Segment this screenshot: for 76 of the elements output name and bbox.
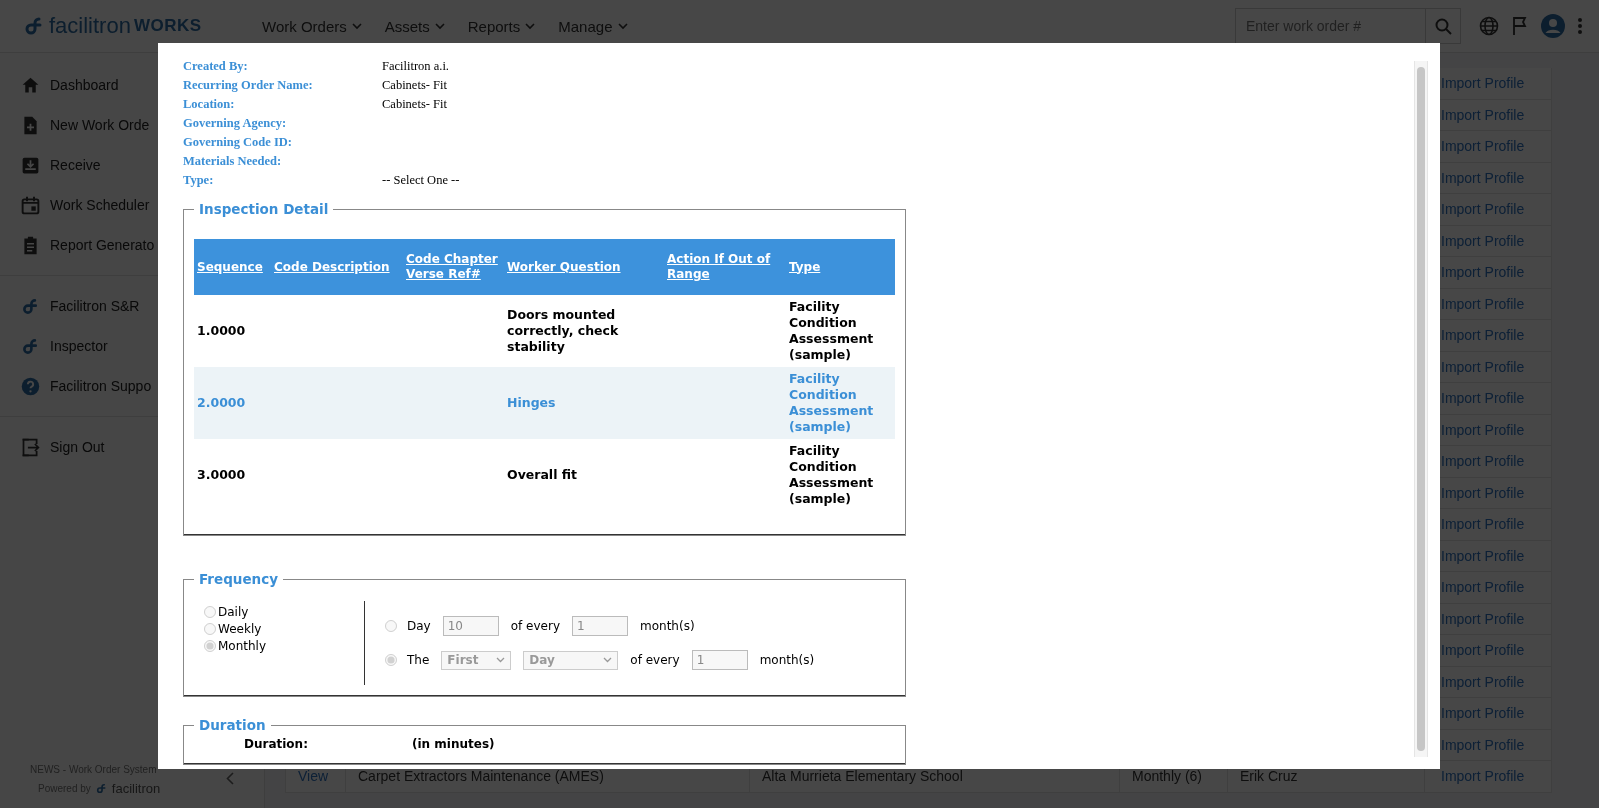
table-row[interactable]: 1.0000 Doors mounted correctly, check stability Facility Condition Assessment (sample) <box>194 295 895 367</box>
import-profile-link[interactable]: Import Profile <box>1441 75 1525 92</box>
import-profile-link[interactable]: Import Profile <box>1441 736 1525 753</box>
field-label: Governing Agency: <box>183 115 288 132</box>
option-label: The <box>407 653 430 667</box>
column-header[interactable]: Sequence <box>194 239 271 295</box>
table-row[interactable]: 2.0000 Hinges Facility Condition Assessment (sample) <box>194 367 895 439</box>
option-label: of every <box>630 653 680 667</box>
import-profile-link[interactable]: Import Profile <box>1441 327 1525 344</box>
field-value: Cabinets- Fit <box>382 97 447 111</box>
field-label: Location: <box>183 96 236 113</box>
table-cell: Monthly (6) <box>1132 768 1203 785</box>
import-profile-link[interactable]: Import Profile <box>1441 169 1525 186</box>
table-cell: 2.0000 <box>197 395 246 410</box>
import-profile-link[interactable]: Import Profile <box>1441 547 1525 564</box>
option-label: Day <box>407 619 431 633</box>
table-cell: Erik Cruz <box>1240 768 1298 785</box>
table-cell: Overall fit <box>507 467 577 482</box>
view-link[interactable]: View <box>298 768 329 785</box>
table-cell: Facility Condition Assessment (sample) <box>789 299 874 362</box>
column-header[interactable]: Worker Question <box>504 239 664 295</box>
import-profile-link[interactable]: Import Profile <box>1441 390 1525 407</box>
import-profile-link[interactable]: Import Profile <box>1441 453 1525 470</box>
import-profile-link[interactable]: Import Profile <box>1441 642 1525 659</box>
radio-label: Weekly <box>218 622 262 636</box>
table-row[interactable]: 3.0000 Overall fit Facility Condition Assessment (sample) <box>194 439 895 511</box>
field-value: -- Select One -- <box>382 173 460 187</box>
table-cell: 1.0000 <box>197 323 246 338</box>
option-label: of every <box>510 619 560 633</box>
import-profile-link[interactable]: Import Profile <box>1441 484 1525 501</box>
import-profile-link[interactable]: Import Profile <box>1441 358 1525 375</box>
field-label: Recurring Order Name: <box>183 77 314 94</box>
table-cell: Alta Murrieta Elementary School <box>762 768 963 785</box>
table-cell: Carpet Extractors Maintenance (AMES) <box>358 768 604 785</box>
import-profile-link[interactable]: Import Profile <box>1441 768 1525 785</box>
import-profile-link[interactable]: Import Profile <box>1441 673 1525 690</box>
import-profile-link[interactable]: Import Profile <box>1441 610 1525 627</box>
radio-label: Monthly <box>218 639 267 653</box>
import-profile-link[interactable]: Import Profile <box>1441 295 1525 312</box>
product-name: WORKS <box>133 16 202 36</box>
import-profile-link[interactable]: Import Profile <box>1441 705 1525 722</box>
option-label: month(s) <box>759 653 815 667</box>
field-label: Type: <box>183 172 215 189</box>
table-cell: Doors mounted correctly, check stability <box>507 307 619 354</box>
import-profile-link[interactable]: Import Profile <box>1441 138 1525 155</box>
column-header[interactable]: Type <box>786 239 895 295</box>
field-value: Facilitron a.i. <box>382 59 449 73</box>
option-label: month(s) <box>640 619 695 633</box>
table-cell: Hinges <box>507 395 556 410</box>
import-profile-link[interactable]: Import Profile <box>1441 201 1525 218</box>
field-label: Materials Needed: <box>183 153 283 170</box>
field-label: Created By: <box>183 58 249 75</box>
chevron-down-icon <box>496 657 506 663</box>
duration-label: Duration: <box>244 737 309 751</box>
import-profile-link[interactable]: Import Profile <box>1441 232 1525 249</box>
table-cell: 3.0000 <box>197 467 246 482</box>
field-label: Governing Code ID: <box>183 134 294 151</box>
table-cell: Facility Condition Assessment (sample) <box>789 443 874 506</box>
chevron-down-icon <box>603 657 613 663</box>
brand-name: facilitron <box>49 13 131 39</box>
table-cell: Facility Condition Assessment (sample) <box>789 371 874 434</box>
import-profile-link[interactable]: Import Profile <box>1441 264 1525 281</box>
column-header[interactable]: Code Description <box>271 239 403 295</box>
unit-label: (in minutes) <box>412 737 495 751</box>
import-profile-link[interactable]: Import Profile <box>1441 106 1525 123</box>
column-header[interactable]: Code Chapter Verse Ref# <box>403 239 504 295</box>
panel-title: Inspection Detail <box>198 201 330 217</box>
import-profile-link[interactable]: Import Profile <box>1441 579 1525 596</box>
panel-title: Frequency <box>198 571 280 587</box>
column-header[interactable]: Action If Out of Range <box>664 239 786 295</box>
import-profile-link[interactable]: Import Profile <box>1441 516 1525 533</box>
radio-label: Daily <box>218 605 249 619</box>
field-value: Cabinets- Fit <box>382 78 447 92</box>
scrollbar[interactable] <box>1414 61 1428 757</box>
import-profile-link[interactable]: Import Profile <box>1441 421 1525 438</box>
panel-title: Duration <box>198 717 267 733</box>
